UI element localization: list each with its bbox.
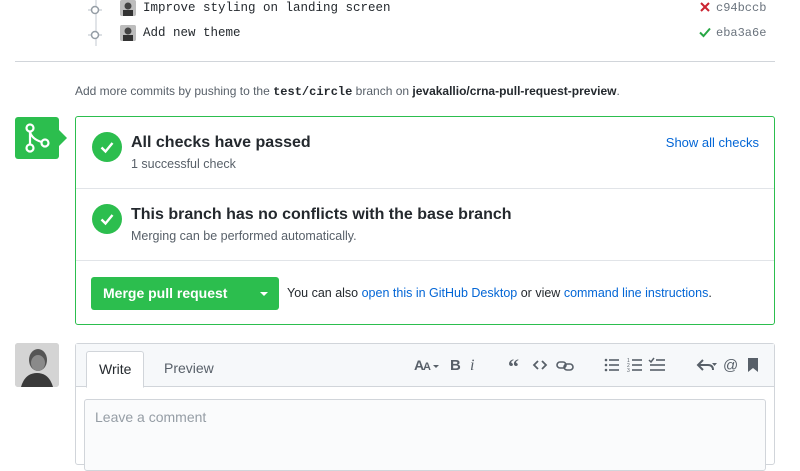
- merge-alt-prefix: You can also: [287, 286, 359, 300]
- success-check-icon[interactable]: [698, 25, 712, 39]
- bookmark-icon[interactable]: [746, 356, 760, 374]
- quote-icon[interactable]: “: [508, 354, 524, 379]
- comment-form: Write Preview AA B i “ 123 @ Leave a com…: [75, 343, 775, 471]
- merge-pull-request-button[interactable]: Merge pull request: [91, 277, 279, 310]
- push-hint-suffix: .: [616, 84, 620, 98]
- checks-subtitle: 1 successful check: [131, 157, 236, 171]
- comment-textarea[interactable]: [93, 408, 757, 426]
- commit-icon: [88, 5, 102, 15]
- tab-write[interactable]: Write: [86, 351, 145, 388]
- mention-icon[interactable]: @: [723, 356, 739, 374]
- merge-alt-middle: or view: [520, 286, 561, 300]
- commit-message[interactable]: Add new theme: [143, 25, 241, 41]
- repo-name: jevakallio/crna-pull-request-preview: [412, 84, 617, 98]
- numbered-list-icon[interactable]: 123: [627, 356, 643, 374]
- svg-text:@: @: [723, 357, 738, 374]
- merge-button-label: Merge pull request: [103, 285, 228, 301]
- tab-preview[interactable]: Preview: [152, 351, 226, 386]
- branch-name: test/circle: [273, 85, 353, 99]
- push-hint-middle: branch on: [355, 84, 410, 98]
- reply-icon[interactable]: [696, 356, 718, 374]
- code-icon[interactable]: [532, 356, 548, 374]
- open-github-desktop-link[interactable]: open this in GitHub Desktop: [362, 286, 518, 300]
- commit-row: Add new theme eba3a6e: [88, 25, 778, 47]
- checks-title: All checks have passed: [131, 134, 311, 151]
- merge-status-badge: [15, 117, 59, 159]
- git-merge-icon: [25, 123, 50, 153]
- caret-down-icon: [260, 292, 268, 296]
- task-list-icon[interactable]: [648, 356, 666, 374]
- command-line-instructions-link[interactable]: command line instructions: [564, 286, 709, 300]
- conflicts-section: This branch has no conflicts with the ba…: [76, 189, 774, 261]
- conflicts-subtitle: Merging can be performed automatically.: [131, 229, 357, 243]
- user-avatar[interactable]: [15, 343, 59, 387]
- commit-author-avatar[interactable]: [120, 0, 136, 16]
- link-icon[interactable]: [556, 356, 574, 374]
- svg-text:“: “: [508, 356, 519, 374]
- svg-text:A: A: [423, 361, 431, 373]
- timeline-divider: [15, 61, 775, 62]
- merge-alt-suffix: .: [708, 286, 712, 300]
- bulleted-list-icon[interactable]: [604, 356, 620, 374]
- svg-text:B: B: [450, 357, 461, 374]
- comment-toolbar: Write Preview AA B i “ 123 @: [76, 344, 774, 388]
- comment-textarea-wrapper: [84, 399, 766, 471]
- merge-method-dropdown[interactable]: [249, 277, 279, 310]
- svg-text:3: 3: [627, 368, 630, 374]
- show-all-checks-link[interactable]: Show all checks: [666, 135, 759, 150]
- checks-passed-icon: [92, 132, 122, 162]
- checks-section: All checks have passed 1 successful chec…: [76, 117, 774, 189]
- push-hint-prefix: Add more commits by pushing to the: [75, 84, 270, 98]
- no-conflicts-icon: [92, 204, 122, 234]
- text-size-icon[interactable]: AA: [414, 356, 442, 374]
- merge-box: All checks have passed 1 successful chec…: [75, 116, 775, 325]
- svg-text:i: i: [470, 357, 474, 374]
- italic-icon[interactable]: i: [468, 356, 480, 374]
- commit-sha[interactable]: c94bccb: [716, 0, 766, 16]
- push-hint: Add more commits by pushing to the test/…: [75, 84, 620, 99]
- commit-row: Improve styling on landing screen c94bcc…: [88, 0, 778, 22]
- commit-author-avatar[interactable]: [120, 25, 136, 41]
- merge-box-pointer: [59, 130, 67, 146]
- commit-sha[interactable]: eba3a6e: [716, 25, 766, 41]
- commit-message[interactable]: Improve styling on landing screen: [143, 0, 391, 16]
- commit-icon: [88, 30, 102, 40]
- merge-alternatives: You can also open this in GitHub Desktop…: [287, 286, 712, 300]
- failure-x-icon[interactable]: [698, 0, 712, 14]
- bold-icon[interactable]: B: [448, 356, 462, 374]
- conflicts-title: This branch has no conflicts with the ba…: [131, 206, 512, 223]
